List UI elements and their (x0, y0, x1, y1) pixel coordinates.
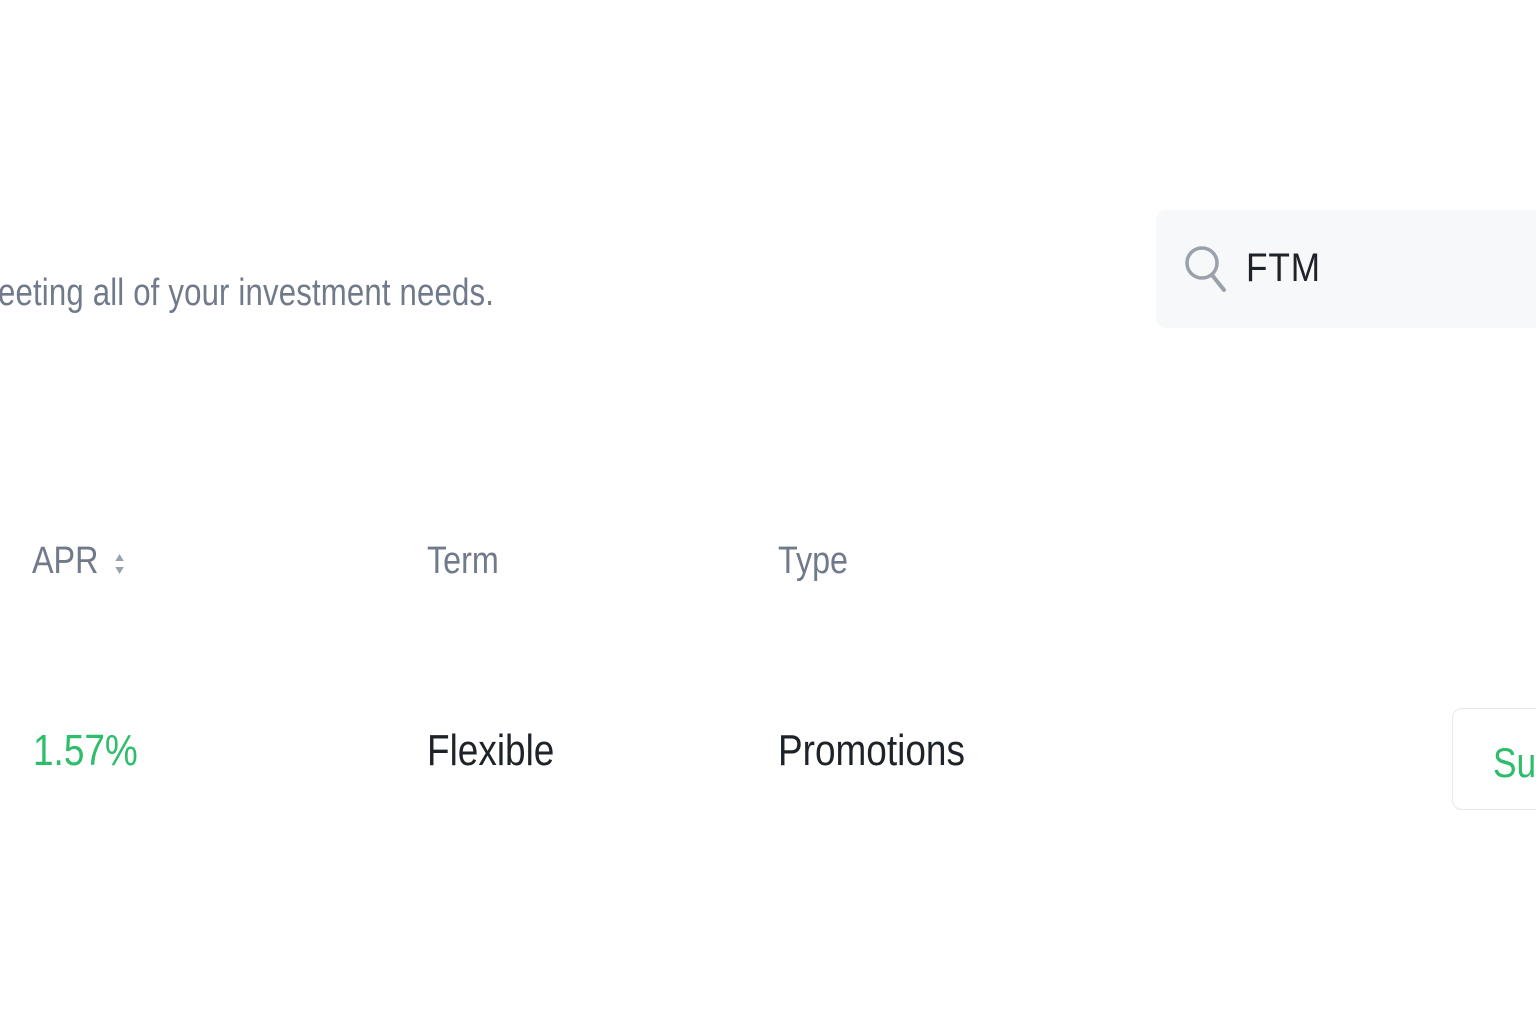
column-header-term: Term (427, 540, 499, 582)
page-subtitle: eeting all of your investment needs. (0, 272, 495, 314)
earn-products-page: eeting all of your investment needs. FTM… (0, 0, 1536, 1024)
term-value: Flexible (427, 726, 555, 775)
apr-value: 1.57% (33, 726, 138, 775)
search-icon (1185, 246, 1226, 292)
search-value[interactable]: FTM (1246, 246, 1321, 291)
type-value: Promotions (778, 726, 965, 775)
subscribe-button-label: Su (1493, 739, 1536, 786)
column-header-apr-label: APR (32, 540, 99, 582)
search-input[interactable]: FTM (1156, 210, 1536, 328)
sort-icon[interactable] (114, 550, 126, 578)
column-header-apr[interactable]: APR (32, 540, 126, 583)
column-header-type: Type (778, 540, 849, 582)
subscribe-button[interactable]: Su (1452, 708, 1536, 810)
